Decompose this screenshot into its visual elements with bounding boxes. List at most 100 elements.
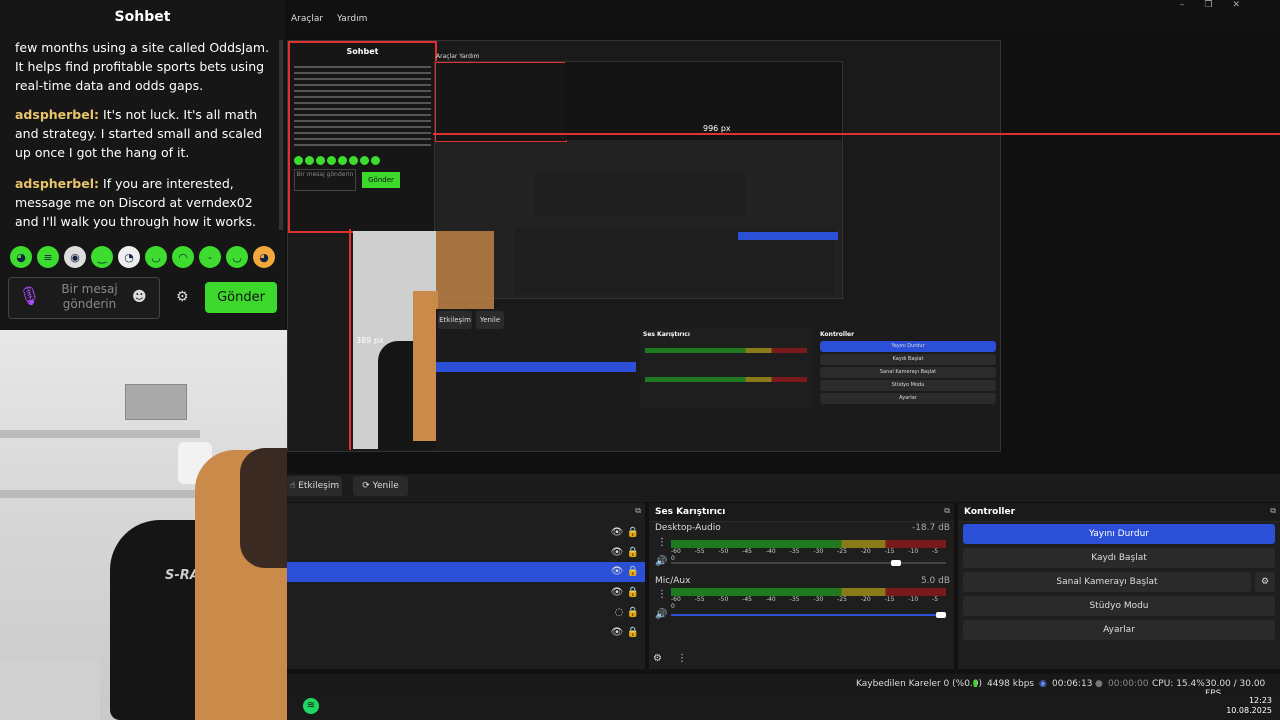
speaker-icon[interactable]: 🔊: [655, 609, 667, 620]
nested-chat-text: [294, 62, 431, 150]
lock-icon[interactable]: 🔒: [627, 587, 639, 598]
stop-stream-button[interactable]: Yayını Durdur: [963, 524, 1275, 544]
eye-icon[interactable]: 👁: [611, 527, 624, 538]
channel-db: -18.7 dB: [911, 523, 950, 533]
maximize-icon[interactable]: ❐: [1204, 0, 1232, 10]
height-label: 389 px: [356, 336, 384, 345]
eye-hidden-icon[interactable]: ◌: [615, 607, 624, 618]
emote-icon[interactable]: ◠: [172, 246, 194, 268]
emote-icon[interactable]: ≡: [37, 246, 59, 268]
lock-icon[interactable]: 🔒: [627, 527, 639, 538]
eye-icon[interactable]: 👁: [611, 627, 624, 638]
emote-icon[interactable]: ‿: [91, 246, 113, 268]
record-icon: ●: [1095, 679, 1103, 689]
eye-icon[interactable]: 👁: [611, 566, 624, 577]
lock-icon[interactable]: 🔒: [627, 547, 639, 558]
chat-scrollbar[interactable]: [279, 40, 283, 230]
shelf: [0, 490, 220, 498]
mixer-menu-icon[interactable]: ⋮: [677, 653, 687, 664]
source-row-selected[interactable]: 👁 🔒: [287, 562, 645, 582]
close-icon[interactable]: ✕: [1232, 0, 1260, 10]
source-row[interactable]: 👁 🔒: [287, 623, 645, 643]
record-time: 00:00:00: [1108, 679, 1149, 689]
dropped-frames: Kaybedilen Kareler 0 (%0.0): [856, 679, 983, 689]
lock-icon[interactable]: 🔒: [627, 607, 639, 618]
mixer-settings-icon[interactable]: ⚙: [653, 653, 662, 664]
chat-message: adspherbel: If you are interested, messa…: [15, 174, 270, 231]
volume-meter: [671, 540, 946, 548]
chat-username[interactable]: adspherbel:: [15, 107, 99, 122]
nested-emote-bar: [294, 156, 431, 165]
taskbar: [287, 694, 1280, 720]
stream-time: 00:06:13: [1052, 679, 1093, 689]
chat-username[interactable]: adspherbel:: [15, 176, 99, 191]
height-guide-line: [349, 229, 351, 450]
lock-icon[interactable]: 🔒: [627, 627, 639, 638]
system-clock[interactable]: 12:23 10.08.2025: [1226, 696, 1272, 716]
nested-send-button: Gönder: [362, 172, 400, 188]
nested-webcam: [434, 231, 494, 311]
volume-slider[interactable]: [671, 612, 946, 618]
settings-button[interactable]: Ayarlar: [963, 620, 1275, 640]
nested-obs-window: Sohbet Bir mesaj gönderin Gönder Araçlar…: [287, 40, 1001, 452]
menu-item-tools[interactable]: Araçlar: [291, 14, 323, 24]
studio-mode-button[interactable]: Stüdyo Modu: [963, 596, 1275, 616]
emote-icon[interactable]: ◡: [145, 246, 167, 268]
send-button[interactable]: Gönder: [205, 282, 277, 313]
nested-menu: Araçlar Yardım: [436, 53, 480, 60]
chair-fabric: [0, 660, 100, 720]
start-recording-button[interactable]: Kaydı Başlat: [963, 548, 1275, 568]
source-row[interactable]: ◌ 🔒: [287, 603, 645, 623]
interact-button[interactable]: ☝ Etkileşim: [287, 476, 342, 496]
microphone-icon[interactable]: 🎙: [18, 286, 41, 308]
menu-item-help[interactable]: Yardım: [337, 14, 367, 24]
volume-slider-handle[interactable]: [890, 560, 901, 566]
emote-bar: ◕ ≡ ◉ ‿ ◔ ◡ ◠ - ◡ ◕: [10, 246, 280, 274]
nested-preview: [434, 61, 843, 299]
channel-menu-icon[interactable]: ⋮: [657, 589, 667, 600]
meter-scale: -60 -55 -50 -45 -40 -35 -30 -25 -20 -15 …: [671, 548, 939, 562]
nested-chat-source[interactable]: Sohbet Bir mesaj gönderin Gönder: [288, 41, 437, 233]
emote-icon[interactable]: ◡: [226, 246, 248, 268]
emote-icon[interactable]: ◉: [64, 246, 86, 268]
channel-name: Mic/Aux: [655, 576, 691, 586]
mixer-title: Ses Karıştırıcı: [649, 503, 954, 522]
basket: [125, 384, 187, 420]
spotify-icon[interactable]: ≋: [303, 698, 319, 714]
dock-popout-icon[interactable]: ⧉: [1270, 506, 1276, 516]
channel-menu-icon[interactable]: ⋮: [657, 537, 667, 548]
source-row[interactable]: 👁 🔒: [287, 523, 645, 543]
eye-icon[interactable]: 👁: [611, 547, 624, 558]
chat-message: adspherbel: It's not luck. It's all math…: [15, 105, 270, 162]
source-row[interactable]: 👁 🔒: [287, 543, 645, 563]
clock-time: 12:23: [1248, 696, 1272, 705]
source-row[interactable]: 👁 🔒: [287, 583, 645, 603]
emoji-icon[interactable]: ☻: [132, 289, 147, 305]
nested-chat-title: Sohbet: [346, 47, 379, 56]
volume-slider[interactable]: [671, 560, 946, 566]
person-hair: [240, 448, 287, 568]
chat-input-placeholder: Bir mesaj gönderin: [61, 282, 118, 311]
stream-icon: ◉: [1039, 679, 1047, 689]
start-virtual-camera-button[interactable]: Sanal Kamerayı Başlat: [963, 572, 1251, 592]
cpu-usage: CPU: 15.4%: [1152, 679, 1205, 689]
shelf: [0, 430, 200, 438]
emote-icon[interactable]: ◔: [118, 246, 140, 268]
emote-icon[interactable]: -: [199, 246, 221, 268]
refresh-button[interactable]: ⟳ Yenile: [353, 476, 408, 496]
minimize-icon[interactable]: –: [1180, 0, 1205, 10]
emote-icon[interactable]: ◕: [253, 246, 275, 268]
dock-popout-icon[interactable]: ⧉: [635, 506, 641, 516]
speaker-icon[interactable]: 🔊: [655, 556, 667, 567]
dock-popout-icon[interactable]: ⧉: [944, 506, 950, 516]
lock-icon[interactable]: 🔒: [627, 566, 639, 577]
eye-icon[interactable]: 👁: [611, 587, 624, 598]
interact-icon: ☝: [289, 481, 296, 491]
volume-slider-handle[interactable]: [936, 612, 946, 618]
emote-icon[interactable]: ◕: [10, 246, 32, 268]
nested-controls: Kontroller Yayını Durdur Kaydı Başlat Sa…: [818, 329, 998, 409]
virtual-camera-settings-icon[interactable]: ⚙: [1255, 572, 1275, 592]
gear-icon[interactable]: ⚙: [176, 289, 189, 305]
source-toolbar: [287, 474, 1280, 502]
chat-title: Sohbet: [114, 9, 171, 25]
